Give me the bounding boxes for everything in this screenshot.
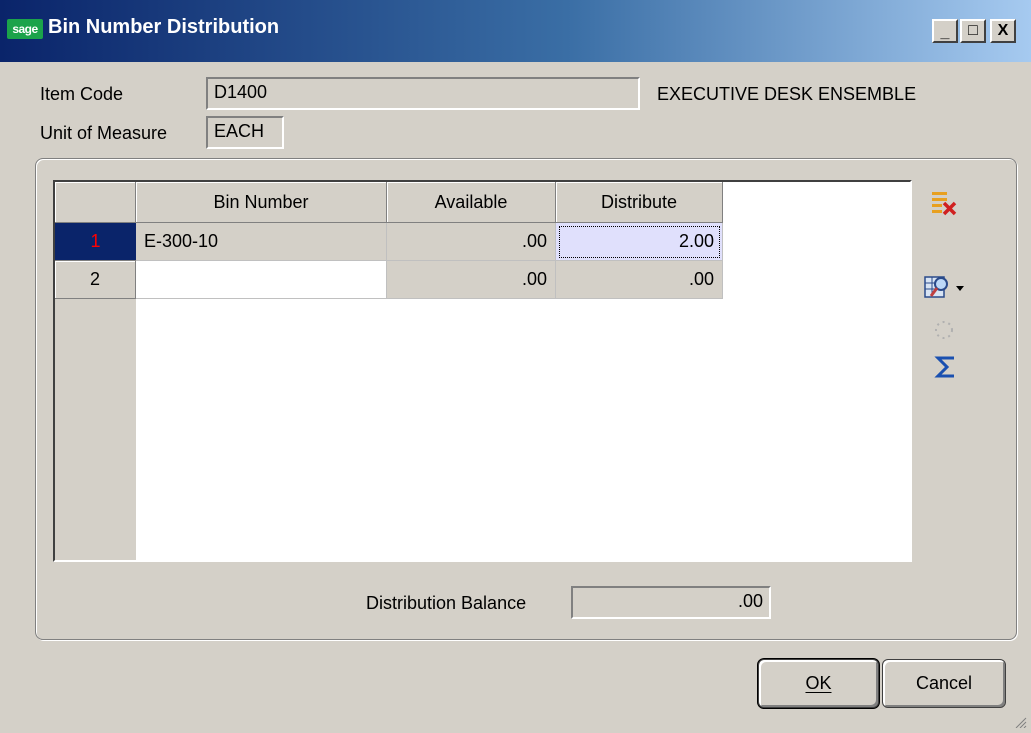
column-header-bin-number[interactable]: Bin Number bbox=[136, 182, 387, 223]
ok-button[interactable]: OK bbox=[758, 659, 879, 708]
column-header-available[interactable]: Available bbox=[387, 182, 556, 223]
cell-bin-number-1[interactable]: E-300-10 bbox=[136, 223, 387, 261]
row-header-2[interactable]: 2 bbox=[55, 261, 136, 299]
ok-button-label: OK bbox=[805, 673, 832, 693]
delete-line-button[interactable] bbox=[926, 186, 962, 220]
cell-distribute-2[interactable]: .00 bbox=[556, 261, 723, 299]
totals-button[interactable] bbox=[930, 352, 962, 382]
cell-distribute-1[interactable]: 2.00 bbox=[556, 223, 723, 261]
column-header-distribute[interactable]: Distribute bbox=[556, 182, 723, 223]
item-code-field[interactable]: D1400 bbox=[206, 77, 640, 110]
row-number: 1 bbox=[90, 231, 101, 251]
window-title: Bin Number Distribution bbox=[48, 16, 280, 38]
close-button[interactable]: X bbox=[990, 19, 1016, 43]
lookup-icon bbox=[924, 276, 964, 298]
maximize-button[interactable]: □ bbox=[960, 19, 986, 43]
unit-of-measure-label: Unit of Measure bbox=[40, 123, 168, 143]
maximize-icon: □ bbox=[968, 22, 978, 39]
item-code-label: Item Code bbox=[40, 84, 124, 104]
distribution-balance-field: .00 bbox=[571, 586, 771, 619]
busy-spinner-icon bbox=[935, 321, 953, 339]
cell-available-2: .00 bbox=[387, 261, 556, 299]
row-number: 2 bbox=[89, 269, 100, 289]
sage-logo: sage bbox=[7, 19, 43, 39]
unit-of-measure-field[interactable]: EACH bbox=[206, 116, 284, 149]
lookup-button[interactable] bbox=[922, 272, 966, 304]
cell-bin-number-2[interactable] bbox=[136, 261, 387, 299]
delete-line-icon bbox=[932, 192, 957, 216]
busy-spinner bbox=[930, 316, 958, 344]
item-description: EXECUTIVE DESK ENSEMBLE bbox=[657, 84, 917, 104]
row-header-1[interactable]: 1 bbox=[55, 223, 136, 261]
close-icon: X bbox=[997, 22, 1009, 39]
resize-grip-icon bbox=[1015, 717, 1027, 729]
grid-corner-header bbox=[55, 182, 136, 223]
resize-grip[interactable] bbox=[1014, 712, 1028, 729]
cancel-button[interactable]: Cancel bbox=[882, 659, 1006, 708]
cell-available-1: .00 bbox=[387, 223, 556, 261]
distribution-balance-label: Distribution Balance bbox=[366, 593, 527, 613]
sigma-icon bbox=[934, 356, 954, 378]
minimize-button[interactable]: _ bbox=[932, 19, 958, 43]
cancel-button-label: Cancel bbox=[915, 673, 973, 693]
minimize-icon: _ bbox=[940, 24, 950, 41]
